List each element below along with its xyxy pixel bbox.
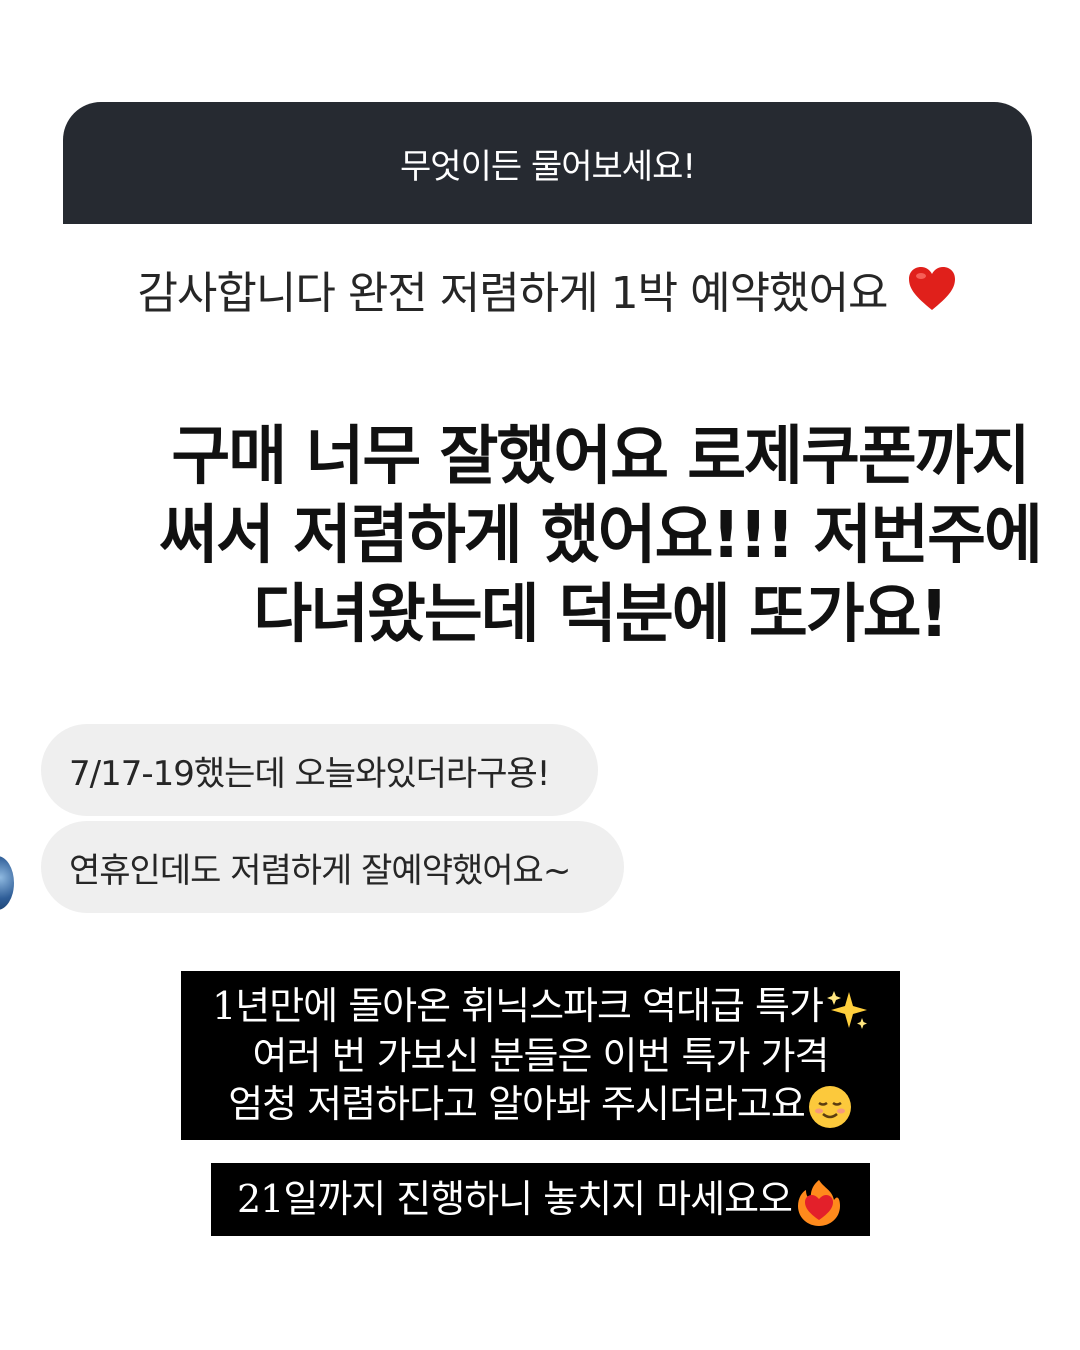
reply-line: 구매 너무 잘했어요 로제쿠폰까지 xyxy=(171,420,1030,494)
caption-text: 21일까지 진행하니 놓치지 마세요오 xyxy=(236,1177,793,1221)
question-answer-text: 감사합니다 완전 저렴하게 1박 예약했어요 xyxy=(137,268,888,319)
reply-line: 써서 저렴하게 했어요!!! 저번주에 xyxy=(159,499,1043,573)
caption-line: 여러 번 가보신 분들은 이번 특가 가격 xyxy=(252,1033,830,1078)
caption-text: 1년만에 돌아온 휘닉스파크 역대급 특가 xyxy=(212,984,824,1028)
reply-line: 다녀왔는데 덕분에 또가요! xyxy=(253,578,948,652)
question-answer: 감사합니다 완전 저렴하게 1박 예약했어요 xyxy=(63,224,1032,354)
message-text: 7/17-19했는데 오늘와있더라구용! xyxy=(69,753,550,794)
reply-message: 구매 너무 잘했어요 로제쿠폰까지 써서 저렴하게 했어요!!! 저번주에 다녀… xyxy=(150,418,1050,655)
caption-line: 1년만에 돌아온 휘닉스파크 역대급 특가 xyxy=(181,982,900,1032)
caption-box: 1년만에 돌아온 휘닉스파크 역대급 특가 여러 번 가보신 분들은 이번 특가… xyxy=(181,971,900,1140)
heart-on-fire-icon xyxy=(798,1179,841,1226)
message-bubble: 연휴인데도 저렴하게 잘예약했어요~ xyxy=(41,821,624,913)
story-screen: 무엇이든 물어보세요! 감사합니다 완전 저렴하게 1박 예약했어요 구매 너무… xyxy=(0,0,1080,1350)
caption-text: 엄청 저렴하다고 알아봐 주시더라고요 xyxy=(228,1081,806,1126)
question-prompt: 무엇이든 물어보세요! xyxy=(63,102,1032,224)
message-text: 연휴인데도 저렴하게 잘예약했어요~ xyxy=(69,850,571,891)
avatar xyxy=(0,856,14,910)
question-sticker: 무엇이든 물어보세요! 감사합니다 완전 저렴하게 1박 예약했어요 xyxy=(63,102,1032,354)
caption-box: 21일까지 진행하니 놓치지 마세요오 xyxy=(211,1163,870,1236)
message-bubble: 7/17-19했는데 오늘와있더라구용! xyxy=(41,724,598,816)
heart-icon xyxy=(908,267,955,310)
smiling-face-icon xyxy=(808,1086,851,1128)
sparkles-icon xyxy=(826,990,867,1029)
caption-line: 엄청 저렴하다고 알아봐 주시더라고요 xyxy=(181,1080,900,1131)
